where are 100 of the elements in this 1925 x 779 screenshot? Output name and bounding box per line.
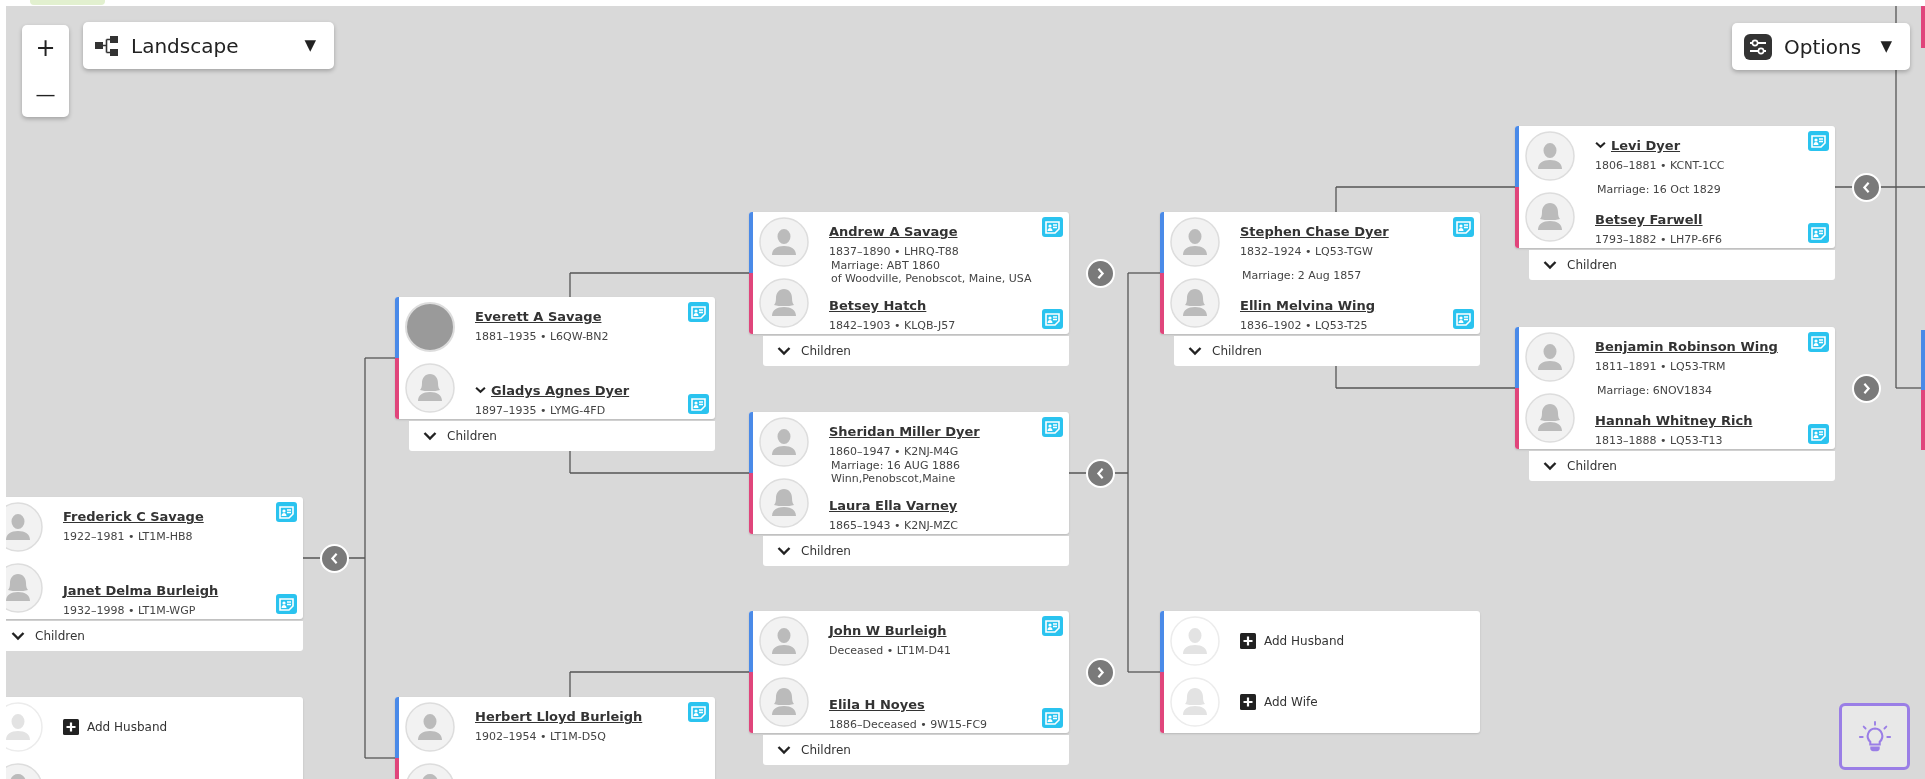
record-icon[interactable] — [1808, 131, 1829, 151]
person-icon — [759, 616, 809, 666]
record-icon[interactable] — [1042, 217, 1063, 237]
record-icon[interactable] — [1042, 708, 1063, 728]
chevron-left-icon — [329, 551, 340, 566]
person-icon — [1170, 677, 1220, 727]
collapse-button[interactable] — [1852, 173, 1881, 202]
person-name[interactable]: John W Burleigh — [829, 621, 947, 641]
plus-icon — [1240, 694, 1256, 710]
chevron-down-icon — [777, 745, 791, 755]
dropdown-button[interactable]: Landscape ▼ — [83, 22, 334, 69]
record-icon[interactable] — [688, 302, 709, 322]
person-icon — [6, 563, 43, 613]
add-person-button[interactable]: Add Wife — [1240, 693, 1318, 711]
add-person-button[interactable]: Add Husband — [1240, 632, 1345, 650]
marriage-text: Marriage: 16 Oct 1829 — [1597, 183, 1721, 196]
person-name[interactable]: Betsey Hatch — [829, 296, 927, 316]
record-icon[interactable] — [688, 702, 709, 722]
children-toggle[interactable]: Children — [763, 735, 1069, 765]
person-name[interactable]: Ellin Melvina Wing — [1240, 296, 1376, 316]
record-icon[interactable] — [1042, 616, 1063, 636]
chevron-down-icon[interactable] — [475, 386, 486, 394]
record-icon[interactable] — [1453, 217, 1474, 237]
person-name[interactable]: Gladys Agnes Dyer — [491, 381, 630, 401]
person-details: 1806–1881 • KCNT-1CC — [1595, 158, 1726, 174]
collapse-button[interactable] — [320, 544, 349, 573]
chevron-down-icon — [11, 631, 25, 641]
person-name[interactable]: Laura Ella Varney — [829, 496, 958, 516]
record-icon[interactable] — [276, 502, 297, 522]
sliders-icon — [1744, 33, 1772, 60]
person-details: 1886–Deceased • 9W15-FC9 — [829, 717, 989, 733]
chevron-down-icon — [777, 546, 791, 556]
person-name[interactable]: Stephen Chase Dyer — [1240, 222, 1389, 242]
person-details: 1832–1924 • LQ53-TGW — [1240, 244, 1374, 260]
chevron-right-icon — [1861, 381, 1872, 396]
person-icon — [1170, 616, 1220, 666]
children-toggle[interactable]: Children — [1529, 250, 1835, 280]
person-icon — [1170, 278, 1220, 328]
person-name[interactable]: Everett A Savage — [475, 307, 602, 327]
caret-icon: ▼ — [304, 34, 316, 57]
plus-icon — [1240, 633, 1256, 649]
record-icon[interactable] — [1453, 309, 1474, 329]
expand-button[interactable] — [1852, 374, 1881, 403]
person-details: 1836–1902 • LQ53-T25 — [1240, 318, 1369, 334]
record-icon[interactable] — [1808, 332, 1829, 352]
person-name[interactable]: Andrew A Savage — [829, 222, 958, 242]
person-name[interactable]: Frederick C Savage — [63, 507, 204, 527]
add-person-button[interactable]: Add Husband — [63, 718, 168, 736]
person-details: 1811–1891 • LQ53-TRM — [1595, 359, 1727, 375]
person-details: 1922–1981 • LT1M-HB8 — [63, 529, 194, 545]
person-icon — [759, 278, 809, 328]
person-name[interactable]: Benjamin Robinson Wing — [1595, 337, 1778, 357]
person-name[interactable]: Sheridan Miller Dyer — [829, 422, 980, 442]
children-toggle[interactable]: Children — [763, 536, 1069, 566]
person-icon — [6, 502, 43, 552]
children-toggle[interactable]: Children — [763, 336, 1069, 366]
person-icon — [405, 363, 455, 413]
children-toggle[interactable]: Children — [1174, 336, 1480, 366]
record-icon[interactable] — [688, 394, 709, 414]
person-details: 1813–1888 • LQ53-T13 — [1595, 433, 1724, 449]
record-icon[interactable] — [1808, 424, 1829, 444]
person-icon — [1525, 393, 1575, 443]
children-toggle[interactable]: Children — [1529, 451, 1835, 481]
person-details: 1902–1954 • LT1M-D5Q — [475, 729, 607, 745]
card-edge — [1921, 6, 1925, 48]
record-icon[interactable] — [1042, 309, 1063, 329]
person-icon — [1525, 131, 1575, 181]
marriage-text: Marriage: 6NOV1834 — [1597, 384, 1713, 397]
children-toggle[interactable]: Children — [6, 621, 303, 651]
dropdown-button[interactable]: Options ▼ — [1732, 23, 1910, 70]
plus-icon — [63, 719, 79, 735]
person-details: 1881–1935 • L6QW-BN2 — [475, 329, 610, 345]
person-details: 1860–1947 • K2NJ-M4G — [829, 444, 960, 460]
record-icon[interactable] — [1042, 417, 1063, 437]
person-name[interactable]: Levi Dyer — [1611, 136, 1681, 156]
person-icon — [759, 417, 809, 467]
expand-button[interactable] — [1086, 658, 1115, 687]
expand-button[interactable] — [1086, 259, 1115, 288]
zoom-in-button[interactable]: + — [22, 25, 69, 71]
chevron-down-icon — [1543, 461, 1557, 471]
chevron-down-icon — [777, 346, 791, 356]
person-name[interactable]: Elila H Noyes — [829, 695, 925, 715]
chevron-down-icon — [1188, 346, 1202, 356]
record-icon[interactable] — [276, 594, 297, 614]
marriage-text: Marriage: 16 AUG 1886 — [831, 459, 960, 472]
zoom-out-button[interactable]: — — [22, 71, 69, 117]
chevron-left-icon — [1861, 180, 1872, 195]
person-name[interactable]: Betsey Farwell — [1595, 210, 1703, 230]
chevron-right-icon — [1095, 266, 1106, 281]
person-icon — [405, 702, 455, 752]
person-icon — [1170, 217, 1220, 267]
record-icon[interactable] — [1808, 223, 1829, 243]
tips-button[interactable] — [1839, 703, 1910, 770]
person-name[interactable]: Hannah Whitney Rich — [1595, 411, 1753, 431]
person-name[interactable]: Herbert Lloyd Burleigh — [475, 707, 643, 727]
children-toggle[interactable]: Children — [409, 421, 715, 451]
person-name[interactable]: Janet Delma Burleigh — [63, 581, 219, 601]
chevron-down-icon[interactable] — [1595, 141, 1606, 149]
collapse-button[interactable] — [1086, 459, 1115, 488]
marriage-text: Marriage: 2 Aug 1857 — [1242, 269, 1362, 282]
